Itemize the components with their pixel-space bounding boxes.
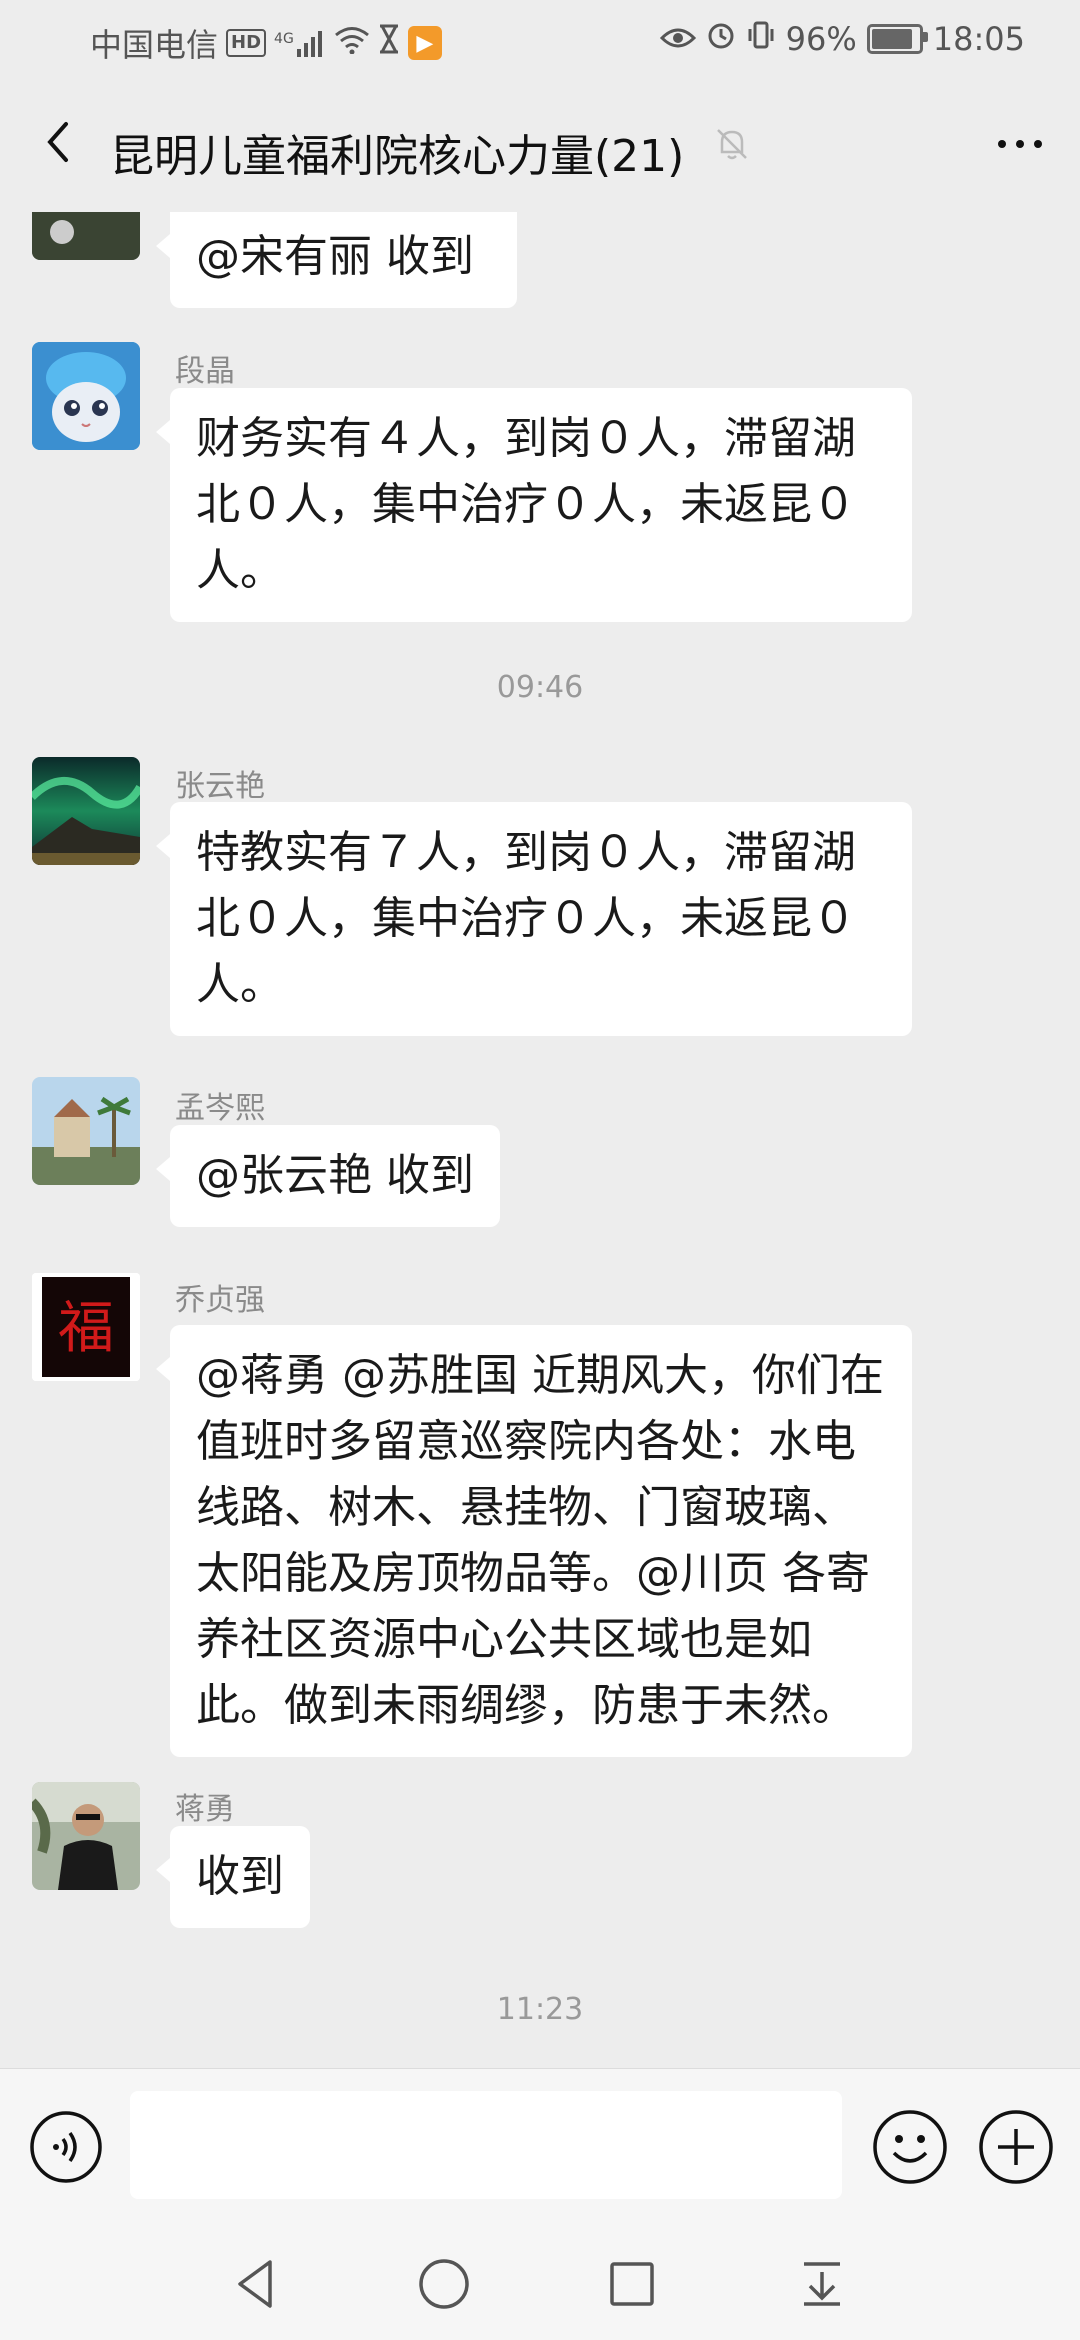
sender-name: 段晶 (175, 354, 235, 389)
plus-icon (979, 2110, 1053, 2184)
system-nav-bar (0, 2228, 1080, 2340)
avatar[interactable]: 福 (32, 1273, 140, 1381)
vibrate-icon (746, 20, 776, 58)
home-circle-icon (419, 2259, 469, 2309)
status-left: 中国电信 HD 4G ▶ (90, 20, 442, 66)
battery-icon (866, 24, 928, 54)
emoji-button[interactable] (870, 2107, 950, 2187)
chevron-left-icon (47, 122, 68, 162)
message-bubble[interactable]: 特教实有７人，到岗０人，滞留湖北０人，集中治疗０人，未返昆０人。 (156, 802, 912, 1036)
eye-icon (659, 20, 696, 58)
carrier-label: 中国电信 (90, 26, 219, 64)
battery-percent: 96% (785, 20, 857, 58)
chat-header: 昆明儿童福利院核心力量(21) (0, 82, 1080, 213)
chat-message-list[interactable]: @宋有丽 收到 段晶 财务实有４人，到岗０人，滞留湖北０人，集中治疗０人，未返昆… (0, 212, 1080, 2067)
message-bubble[interactable]: 财务实有４人，到岗０人，滞留湖北０人，集中治疗０人，未返昆０人。 (156, 388, 912, 622)
plus-button[interactable] (976, 2107, 1056, 2187)
battery-fill (871, 29, 912, 49)
clock: 18:05 (932, 20, 1025, 58)
back-triangle-icon (238, 2260, 272, 2308)
network-type: 4G (274, 31, 294, 47)
notification-down-icon (804, 2262, 840, 2306)
hourglass-icon (378, 24, 400, 62)
chat-title: 昆明儿童福利院核心力量(21) (110, 131, 685, 182)
message-bubble[interactable]: @宋有丽 收到 (156, 212, 517, 308)
emoji-icon (873, 2110, 947, 2184)
message-bubble[interactable]: @蒋勇 @苏胜国 近期风大，你们在值班时多留意巡察院内各处：水电线路、树木、悬挂… (156, 1325, 912, 1757)
sender-name: 蒋勇 (175, 1792, 235, 1827)
timestamp: 11:23 (496, 1992, 584, 2027)
wifi-icon (334, 24, 370, 62)
status-right: 96% 18:05 (659, 20, 1025, 58)
avatar[interactable] (32, 342, 140, 450)
hd-icon: HD (226, 29, 267, 57)
voice-icon (30, 2111, 102, 2183)
avatar[interactable] (32, 1077, 140, 1185)
message-input[interactable] (130, 2091, 842, 2199)
avatar[interactable] (32, 212, 140, 260)
recent-square-icon (610, 2262, 654, 2306)
status-bar: 中国电信 HD 4G ▶ 96% 18:05 (0, 0, 1080, 82)
signal-icon: 4G (274, 29, 326, 57)
alarm-icon (706, 20, 736, 58)
input-bar (0, 2068, 1080, 2229)
svg-text:福: 福 (58, 1296, 114, 1361)
avatar[interactable] (32, 1782, 140, 1890)
avatar[interactable] (32, 757, 140, 865)
sender-name: 乔贞强 (175, 1283, 265, 1318)
more-dots-icon (998, 140, 1042, 148)
sender-name: 孟岑熙 (175, 1091, 265, 1126)
timestamp: 09:46 (496, 670, 584, 705)
voice-button[interactable] (28, 2109, 104, 2185)
sender-name: 张云艳 (175, 769, 265, 804)
more-button[interactable] (990, 124, 1050, 164)
nav-recent-button[interactable] (600, 2252, 664, 2316)
message-bubble[interactable]: @张云艳 收到 (156, 1125, 500, 1227)
nav-home-button[interactable] (412, 2252, 476, 2316)
back-button[interactable] (30, 112, 90, 172)
message-bubble[interactable]: 收到 (156, 1826, 310, 1928)
video-app-icon: ▶ (407, 26, 442, 60)
nav-notification-button[interactable] (790, 2252, 854, 2316)
nav-back-button[interactable] (224, 2252, 288, 2316)
bell-off-icon (712, 124, 752, 164)
